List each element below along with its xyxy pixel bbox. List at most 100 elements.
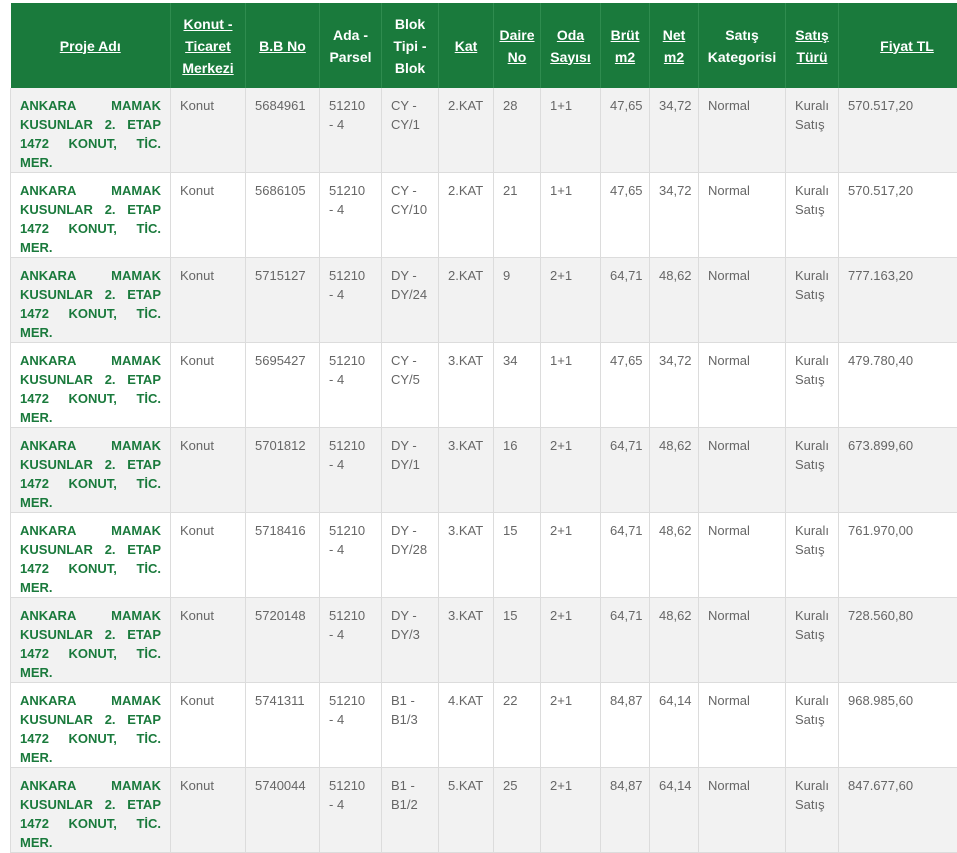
cell-net: 34,72 <box>650 173 699 258</box>
cell-proje: ANKARA MAMAK KUSUNLAR 2. ETAP 1472 KONUT… <box>11 428 171 513</box>
cell-blok: B1 - B1/3 <box>382 683 439 768</box>
cell-proje: ANKARA MAMAK KUSUNLAR 2. ETAP 1472 KONUT… <box>11 683 171 768</box>
cell-kat: 2.KAT <box>439 173 494 258</box>
cell-daire: 21 <box>494 173 541 258</box>
cell-daire: 34 <box>494 343 541 428</box>
column-header-tur[interactable]: Satış Türü <box>786 3 839 88</box>
cell-tur: Kuralı Satış <box>786 683 839 768</box>
cell-ada: 51210 - 4 <box>320 258 382 343</box>
cell-brut: 64,71 <box>601 428 650 513</box>
cell-kat: 3.KAT <box>439 598 494 683</box>
cell-ada: 51210 - 4 <box>320 598 382 683</box>
cell-tur: Kuralı Satış <box>786 88 839 173</box>
cell-oda: 2+1 <box>541 513 601 598</box>
table-row: ANKARA MAMAK KUSUNLAR 2. ETAP 1472 KONUT… <box>11 598 957 683</box>
column-header-daire[interactable]: Daire No <box>494 3 541 88</box>
cell-brut: 64,71 <box>601 513 650 598</box>
cell-konut: Konut <box>171 513 246 598</box>
cell-tur: Kuralı Satış <box>786 258 839 343</box>
cell-tur: Kuralı Satış <box>786 598 839 683</box>
column-header-oda[interactable]: Oda Sayısı <box>541 3 601 88</box>
cell-brut: 84,87 <box>601 768 650 853</box>
cell-daire: 28 <box>494 88 541 173</box>
cell-daire: 15 <box>494 513 541 598</box>
column-header-fiyat[interactable]: Fiyat TL <box>839 3 957 88</box>
table-row: ANKARA MAMAK KUSUNLAR 2. ETAP 1472 KONUT… <box>11 683 957 768</box>
cell-brut: 64,71 <box>601 598 650 683</box>
cell-net: 64,14 <box>650 683 699 768</box>
column-header-brut[interactable]: Brüt m2 <box>601 3 650 88</box>
cell-tur: Kuralı Satış <box>786 768 839 853</box>
cell-oda: 2+1 <box>541 598 601 683</box>
cell-net: 64,14 <box>650 768 699 853</box>
cell-daire: 15 <box>494 598 541 683</box>
column-header-konut[interactable]: Konut - Ticaret Merkezi <box>171 3 246 88</box>
column-header-proje[interactable]: Proje Adı <box>11 3 171 88</box>
cell-proje: ANKARA MAMAK KUSUNLAR 2. ETAP 1472 KONUT… <box>11 343 171 428</box>
cell-kategori: Normal <box>699 513 786 598</box>
cell-konut: Konut <box>171 428 246 513</box>
cell-kat: 4.KAT <box>439 683 494 768</box>
cell-kat: 3.KAT <box>439 513 494 598</box>
cell-proje: ANKARA MAMAK KUSUNLAR 2. ETAP 1472 KONUT… <box>11 88 171 173</box>
cell-brut: 47,65 <box>601 173 650 258</box>
column-header-blok: Blok Tipi - Blok <box>382 3 439 88</box>
cell-brut: 84,87 <box>601 683 650 768</box>
cell-blok: DY - DY/24 <box>382 258 439 343</box>
cell-daire: 16 <box>494 428 541 513</box>
cell-oda: 1+1 <box>541 343 601 428</box>
cell-konut: Konut <box>171 258 246 343</box>
cell-brut: 47,65 <box>601 88 650 173</box>
cell-kategori: Normal <box>699 343 786 428</box>
column-header-kat[interactable]: Kat <box>439 3 494 88</box>
table-header-row: Proje AdıKonut - Ticaret MerkeziB.B NoAd… <box>11 3 957 88</box>
cell-ada: 51210 - 4 <box>320 428 382 513</box>
cell-fiyat: 968.985,60 <box>839 683 957 768</box>
cell-bb: 5740044 <box>246 768 320 853</box>
table-body: ANKARA MAMAK KUSUNLAR 2. ETAP 1472 KONUT… <box>11 88 957 853</box>
cell-kat: 2.KAT <box>439 258 494 343</box>
cell-daire: 22 <box>494 683 541 768</box>
cell-konut: Konut <box>171 598 246 683</box>
cell-ada: 51210 - 4 <box>320 343 382 428</box>
cell-konut: Konut <box>171 88 246 173</box>
table-row: ANKARA MAMAK KUSUNLAR 2. ETAP 1472 KONUT… <box>11 258 957 343</box>
cell-konut: Konut <box>171 768 246 853</box>
column-header-net[interactable]: Net m2 <box>650 3 699 88</box>
cell-proje: ANKARA MAMAK KUSUNLAR 2. ETAP 1472 KONUT… <box>11 768 171 853</box>
cell-oda: 1+1 <box>541 88 601 173</box>
cell-proje: ANKARA MAMAK KUSUNLAR 2. ETAP 1472 KONUT… <box>11 513 171 598</box>
cell-daire: 25 <box>494 768 541 853</box>
cell-ada: 51210 - 4 <box>320 513 382 598</box>
cell-oda: 2+1 <box>541 683 601 768</box>
cell-blok: CY - CY/5 <box>382 343 439 428</box>
cell-konut: Konut <box>171 343 246 428</box>
cell-brut: 64,71 <box>601 258 650 343</box>
cell-fiyat: 673.899,60 <box>839 428 957 513</box>
column-header-bb[interactable]: B.B No <box>246 3 320 88</box>
column-header-ada: Ada - Parsel <box>320 3 382 88</box>
cell-tur: Kuralı Satış <box>786 343 839 428</box>
table-row: ANKARA MAMAK KUSUNLAR 2. ETAP 1472 KONUT… <box>11 513 957 598</box>
cell-tur: Kuralı Satış <box>786 428 839 513</box>
cell-ada: 51210 - 4 <box>320 768 382 853</box>
cell-tur: Kuralı Satış <box>786 513 839 598</box>
cell-kategori: Normal <box>699 683 786 768</box>
table-row: ANKARA MAMAK KUSUNLAR 2. ETAP 1472 KONUT… <box>11 428 957 513</box>
table-row: ANKARA MAMAK KUSUNLAR 2. ETAP 1472 KONUT… <box>11 173 957 258</box>
cell-kategori: Normal <box>699 768 786 853</box>
cell-konut: Konut <box>171 683 246 768</box>
cell-oda: 1+1 <box>541 173 601 258</box>
cell-kategori: Normal <box>699 173 786 258</box>
cell-net: 48,62 <box>650 513 699 598</box>
cell-oda: 2+1 <box>541 258 601 343</box>
cell-blok: DY - DY/1 <box>382 428 439 513</box>
cell-proje: ANKARA MAMAK KUSUNLAR 2. ETAP 1472 KONUT… <box>11 258 171 343</box>
cell-tur: Kuralı Satış <box>786 173 839 258</box>
cell-fiyat: 847.677,60 <box>839 768 957 853</box>
cell-ada: 51210 - 4 <box>320 173 382 258</box>
cell-net: 48,62 <box>650 258 699 343</box>
cell-bb: 5701812 <box>246 428 320 513</box>
cell-blok: DY - DY/28 <box>382 513 439 598</box>
cell-kat: 2.KAT <box>439 88 494 173</box>
